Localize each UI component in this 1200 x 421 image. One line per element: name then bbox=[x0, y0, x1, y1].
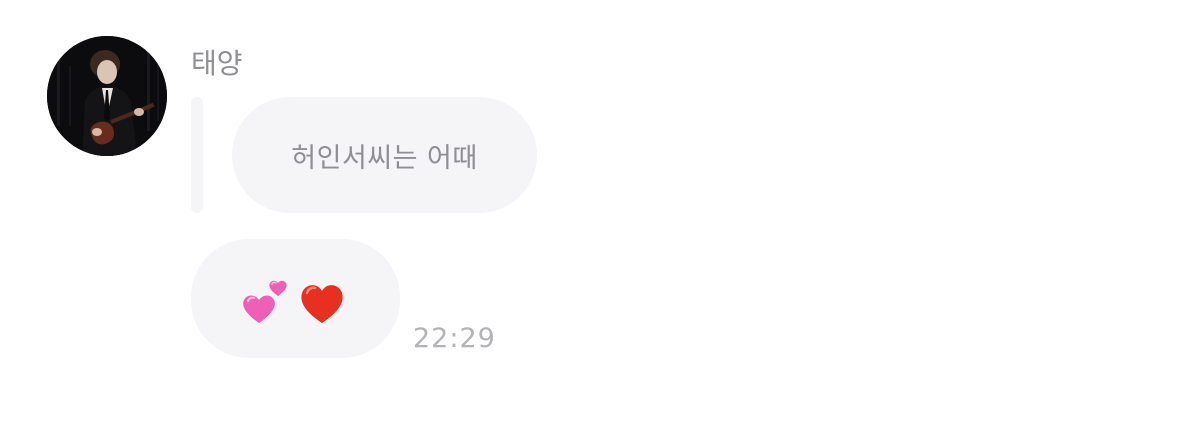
sender-name: 태양 bbox=[191, 47, 243, 80]
two-hearts-icon bbox=[243, 280, 287, 323]
emoji-content bbox=[243, 280, 343, 323]
avatar-photo bbox=[47, 36, 167, 156]
chat-message-group: 태양 허인서씨는 어때 22:29 bbox=[0, 0, 1200, 421]
quoted-message-text: 허인서씨는 어때 bbox=[291, 142, 478, 174]
quoted-message-bubble[interactable]: 허인서씨는 어때 bbox=[232, 97, 537, 213]
avatar[interactable] bbox=[47, 36, 167, 156]
reply-indicator-bar bbox=[191, 97, 203, 213]
red-heart-icon bbox=[301, 285, 343, 323]
message-timestamp: 22:29 bbox=[413, 323, 496, 354]
emoji-message-bubble[interactable] bbox=[191, 239, 400, 358]
